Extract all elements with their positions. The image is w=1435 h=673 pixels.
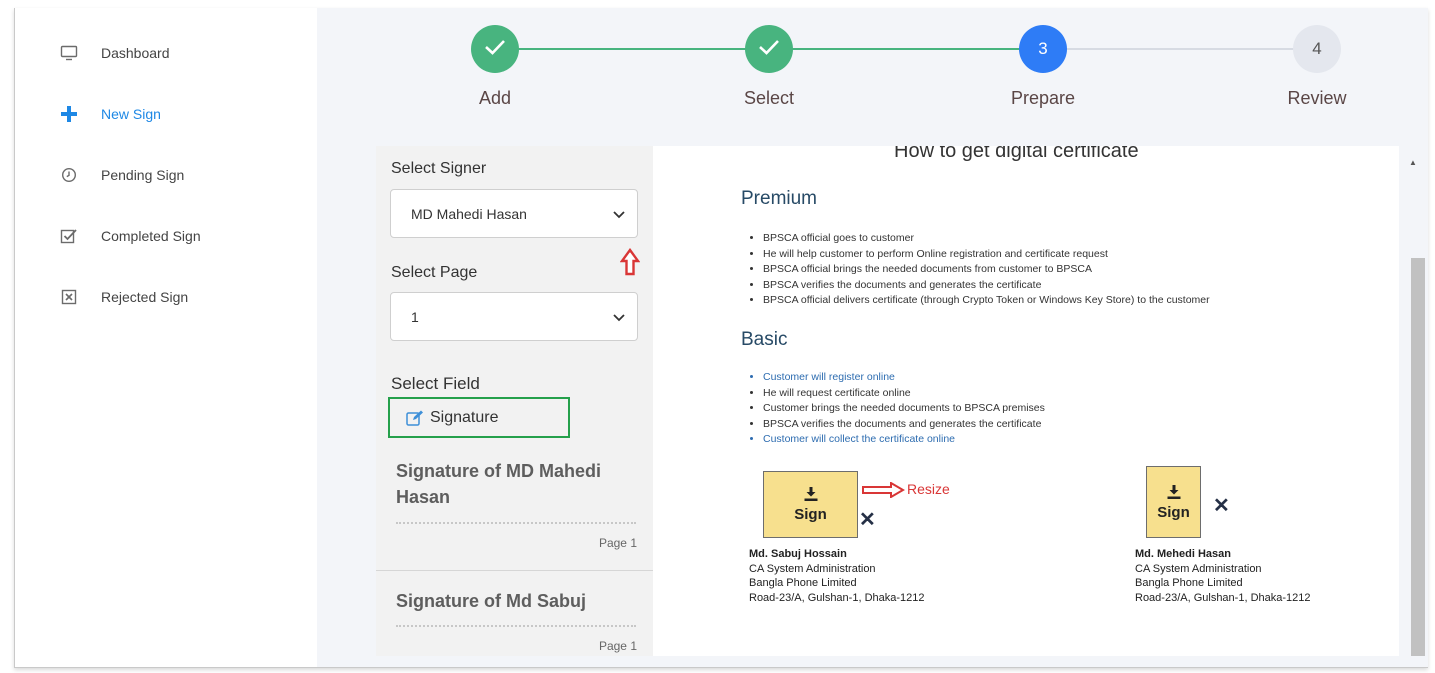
select-page-heading: Select Page (391, 264, 478, 281)
sidebar: Dashboard New Sign Pending Sign Complete… (15, 8, 317, 667)
sidebar-item-label: Pending Sign (101, 167, 185, 183)
signer-address: Road-23/A, Gulshan-1, Dhaka-1212 (749, 591, 925, 604)
signature-card-title: Signature of Md Sabuj (396, 591, 587, 611)
signature-card[interactable]: Signature of MD Mahedi Hasan Page 1 (376, 446, 653, 569)
sidebar-item-label: Dashboard (101, 45, 170, 61)
scroll-up-icon[interactable]: ▲ (1409, 158, 1417, 167)
list-item-link[interactable]: Customer will register online (763, 370, 1045, 386)
step-label-select: Select (743, 88, 795, 108)
page-select[interactable]: 1 (390, 292, 638, 341)
close-icon[interactable]: ✕ (859, 507, 876, 532)
sign-label: Sign (1157, 503, 1190, 521)
step-connector (769, 48, 1043, 50)
list-item-link[interactable]: Customer will collect the certificate on… (763, 432, 1045, 448)
signer-name: Md. Sabuj Hossain (749, 548, 847, 560)
select-field-heading: Select Field (391, 374, 480, 393)
check-icon (484, 38, 506, 61)
clock-icon (59, 165, 79, 185)
step-3-active[interactable]: 3 (1019, 25, 1067, 73)
sidebar-item-label: Rejected Sign (101, 289, 189, 305)
check-icon (758, 38, 780, 61)
step-2-done[interactable] (745, 25, 793, 73)
page-select-value: 1 (411, 308, 419, 325)
signer-role: CA System Administration (1135, 562, 1262, 575)
field-panel: Select Signer MD Mahedi Hasan Select Pag… (376, 146, 653, 656)
premium-list: BPSCA official goes to customer He will … (763, 231, 1210, 309)
app-window: Dashboard New Sign Pending Sign Complete… (14, 8, 1428, 668)
download-icon (1166, 484, 1182, 500)
list-item: BPSCA official delivers certificate (thr… (763, 293, 1210, 309)
signature-card-page: Page 1 (598, 639, 637, 653)
list-item: BPSCA verifies the documents and generat… (763, 278, 1210, 294)
signer-select-value: MD Mahedi Hasan (411, 205, 527, 222)
checkbox-icon (59, 226, 79, 246)
scrollbar-thumb[interactable] (1411, 258, 1425, 656)
signer-select[interactable]: MD Mahedi Hasan (390, 189, 638, 238)
signer-name: Md. Mehedi Hasan (1135, 548, 1231, 560)
section-heading-basic: Basic (741, 329, 788, 350)
step-label-prepare: Prepare (1010, 88, 1076, 108)
signer-info: Md. Mehedi Hasan CA System Administratio… (1135, 547, 1311, 605)
signature-line (396, 522, 636, 524)
step-1-done[interactable] (471, 25, 519, 73)
list-item: BPSCA official goes to customer (763, 231, 1210, 247)
chevron-down-icon (613, 206, 625, 222)
monitor-icon (59, 43, 79, 63)
x-box-icon (59, 287, 79, 307)
chevron-down-icon (613, 309, 625, 325)
progress-stepper: 3 4 Add Select Prepare Review (317, 8, 1428, 146)
sign-placeholder[interactable]: Sign (763, 471, 858, 538)
step-label-review: Review (1287, 88, 1347, 108)
select-signer-heading: Select Signer (391, 160, 487, 177)
step-connector (495, 48, 769, 50)
step-label-add: Add (478, 88, 512, 108)
list-item: He will help customer to perform Online … (763, 247, 1210, 263)
signature-field-label: Signature (430, 408, 499, 426)
right-arrow-annotation (861, 481, 905, 503)
signer-role: CA System Administration (749, 562, 876, 575)
list-item: BPSCA verifies the documents and generat… (763, 417, 1045, 433)
sidebar-item-label: Completed Sign (101, 228, 201, 244)
list-item: BPSCA official brings the needed documen… (763, 262, 1210, 278)
sign-placeholder[interactable]: Sign (1146, 466, 1201, 538)
step-4-pending[interactable]: 4 (1293, 25, 1341, 73)
plus-icon (59, 104, 79, 124)
signature-card-page: Page 1 (598, 536, 637, 550)
document-title: How to get digital certificate (894, 146, 1139, 162)
document-viewer[interactable]: How to get digital certificate Premium B… (653, 146, 1399, 656)
up-arrow-annotation (619, 247, 641, 281)
signature-card-title: Signature of MD Mahedi Hasan (396, 461, 602, 508)
list-item: Customer brings the needed documents to … (763, 401, 1045, 417)
signature-card[interactable]: Signature of Md Sabuj Page 1 (376, 571, 653, 656)
signer-info: Md. Sabuj Hossain CA System Administrati… (749, 547, 925, 605)
basic-list: Customer will register online He will re… (763, 370, 1045, 448)
list-item: He will request certificate online (763, 386, 1045, 402)
sign-label: Sign (794, 506, 827, 523)
section-heading-premium: Premium (741, 188, 818, 209)
download-icon (803, 486, 819, 502)
signature-field-button[interactable]: Signature (388, 397, 570, 438)
signer-company: Bangla Phone Limited (1135, 577, 1243, 589)
edit-icon (406, 410, 424, 426)
resize-label: Resize (907, 481, 950, 497)
signature-line (396, 625, 636, 627)
close-icon[interactable]: ✕ (1213, 493, 1230, 518)
signer-company: Bangla Phone Limited (749, 577, 857, 589)
signer-address: Road-23/A, Gulshan-1, Dhaka-1212 (1135, 591, 1311, 604)
step-connector (1043, 48, 1317, 50)
sidebar-item-label: New Sign (101, 106, 161, 122)
